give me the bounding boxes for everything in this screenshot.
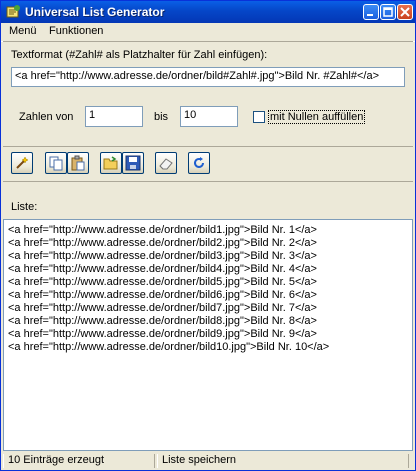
paste-button[interactable] <box>67 152 89 174</box>
list-item: <a href="http://www.adresse.de/ordner/bi… <box>8 237 317 249</box>
open-folder-icon <box>103 156 118 170</box>
save-icon <box>125 155 141 171</box>
format-input[interactable]: <a href="http://www.adresse.de/ordner/bi… <box>11 67 405 87</box>
list-item: <a href="http://www.adresse.de/ordner/bi… <box>8 289 317 301</box>
settings-panel: Textformat (#Zahl# als Platzhalter für Z… <box>3 41 413 146</box>
list-item: <a href="http://www.adresse.de/ordner/bi… <box>8 328 317 340</box>
refresh-button[interactable] <box>188 152 210 174</box>
list-item: <a href="http://www.adresse.de/ordner/bi… <box>8 276 317 288</box>
copy-button[interactable] <box>45 152 67 174</box>
maximize-icon <box>383 7 393 17</box>
range-to-input[interactable]: 10 <box>180 106 238 127</box>
close-button[interactable] <box>397 4 413 20</box>
window-title: Universal List Generator <box>25 5 165 19</box>
menu-bar: Menü Funktionen <box>1 23 415 42</box>
output-list[interactable]: <a href="http://www.adresse.de/ordner/bi… <box>3 219 413 451</box>
format-label: Textformat (#Zahl# als Platzhalter für Z… <box>11 49 268 61</box>
paste-icon <box>71 155 85 171</box>
list-item: <a href="http://www.adresse.de/ordner/bi… <box>8 250 317 262</box>
list-item: <a href="http://www.adresse.de/ordner/bi… <box>8 263 317 275</box>
list-item: <a href="http://www.adresse.de/ordner/bi… <box>8 315 317 327</box>
pad-zeros-checkbox[interactable] <box>253 111 265 123</box>
minimize-icon <box>367 14 373 16</box>
menu-item-menue[interactable]: Menü <box>9 25 37 37</box>
generate-button[interactable] <box>11 152 33 174</box>
save-button[interactable] <box>122 152 144 174</box>
clear-button[interactable] <box>155 152 177 174</box>
list-item: <a href="http://www.adresse.de/ordner/bi… <box>8 224 317 236</box>
toolbar <box>3 146 413 182</box>
menu-item-funktionen[interactable]: Funktionen <box>49 25 103 37</box>
status-bar: 10 Einträge erzeugt Liste speichern <box>1 452 415 470</box>
maximize-button[interactable] <box>380 4 396 20</box>
list-item: <a href="http://www.adresse.de/ordner/bi… <box>8 341 330 353</box>
range-to-label: bis <box>154 111 169 123</box>
range-from-input[interactable]: 1 <box>85 106 143 127</box>
eraser-icon <box>159 158 173 170</box>
app-icon <box>6 5 20 18</box>
status-count: 10 Einträge erzeugt <box>3 454 155 468</box>
range-from-label: Zahlen von <box>19 111 74 123</box>
app-window: Universal List Generator Menü Funktionen… <box>0 0 416 471</box>
status-hint: Liste speichern <box>157 454 409 468</box>
list-item: <a href="http://www.adresse.de/ordner/bi… <box>8 302 317 314</box>
close-icon <box>400 7 410 17</box>
open-button[interactable] <box>100 152 122 174</box>
wand-icon <box>16 156 29 169</box>
list-label: Liste: <box>11 201 38 213</box>
refresh-icon <box>194 157 204 168</box>
pad-zeros-label[interactable]: mit Nullen auffüllen <box>268 110 366 124</box>
minimize-button[interactable] <box>363 4 379 20</box>
copy-icon <box>49 156 63 171</box>
title-bar[interactable]: Universal List Generator <box>1 1 415 23</box>
